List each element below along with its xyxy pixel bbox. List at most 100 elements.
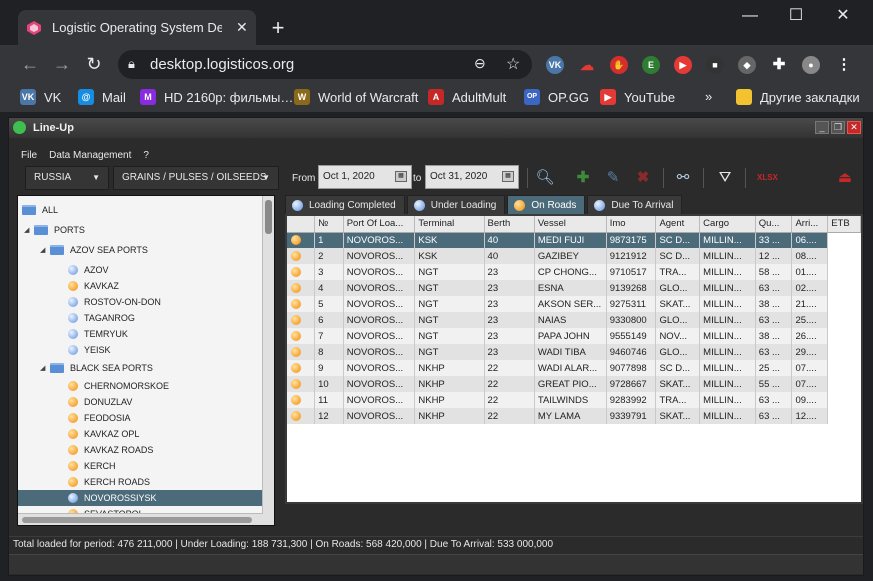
column-header[interactable] — [287, 216, 316, 233]
browser-tab[interactable]: Logistic Operating System Desktop ✕ — [18, 10, 256, 45]
menu-data-management[interactable]: Data Management — [49, 148, 131, 164]
puzzle-extensions-icon[interactable]: ✚ — [770, 56, 788, 74]
tree-port-kerch[interactable]: KERCH — [68, 458, 116, 474]
table-row[interactable]: 6 NOVOROS... NGT 23 NAIAS 9330800 GLO... MILLIN… — [287, 312, 861, 328]
close-window-button[interactable]: ✕ — [820, 0, 866, 32]
app-minimize-button[interactable]: _ — [815, 121, 829, 134]
column-header[interactable]: Arri... — [791, 216, 829, 233]
bookmark-wow[interactable]: W World of Warcraft — [294, 89, 418, 105]
table-row[interactable]: 4 NOVOROS... NGT 23 ESNA 9139268 GLO... MILLIN.… — [287, 280, 861, 296]
column-header[interactable]: Vessel — [534, 216, 607, 233]
tab-on-roads[interactable]: On Roads — [507, 195, 586, 214]
scroll-thumb[interactable] — [22, 517, 252, 523]
edit-icon[interactable]: ✎ — [603, 168, 623, 188]
add-icon[interactable]: ✚ — [573, 168, 593, 188]
adblock-extension-icon[interactable]: ✋ — [610, 56, 628, 74]
tree-port-yeisk[interactable]: YEISK — [68, 342, 111, 358]
export-xlsx-icon[interactable]: XLSX — [757, 168, 778, 188]
cloud-extension-icon[interactable]: ☁ — [578, 56, 596, 74]
tree-horizontal-scrollbar[interactable] — [18, 513, 263, 525]
expand-arrow-icon[interactable]: ◢ — [40, 364, 50, 372]
tree-node-black-sea[interactable]: ◢ BLACK SEA PORTS — [40, 360, 153, 376]
back-button[interactable]: ← — [19, 53, 41, 75]
tab-loading-completed[interactable]: Loading Completed — [285, 195, 405, 214]
tree-port-kavkaz-opl[interactable]: KAVKAZ OPL — [68, 426, 139, 442]
bookmark-hd[interactable]: M HD 2160p: фильмы… — [140, 89, 293, 105]
tree-port-chernomorskoe[interactable]: CHERNOMORSKOE — [68, 378, 169, 394]
table-row[interactable]: 12 NOVOROS... NKHP 22 MY LAMA 9339791 SKAT... M… — [287, 408, 861, 424]
column-header[interactable]: Terminal — [414, 216, 485, 233]
tree-port-donuzlav[interactable]: DONUZLAV — [68, 394, 132, 410]
country-select[interactable]: RUSSIA ▼ — [25, 166, 109, 190]
search-icon[interactable]: 🔍︎ — [535, 168, 555, 188]
column-header[interactable]: № — [314, 216, 344, 233]
app-restore-button[interactable]: ❐ — [831, 121, 845, 134]
tab-under-loading[interactable]: Under Loading — [406, 195, 506, 214]
vk-extension-icon[interactable]: VK — [546, 56, 564, 74]
from-date-input[interactable]: Oct 1, 2020 ▦ — [318, 165, 412, 189]
delete-icon[interactable]: ✖ — [633, 168, 653, 188]
tree-vertical-scrollbar[interactable] — [262, 196, 274, 525]
tree-port-kavkaz-roads[interactable]: KAVKAZ ROADS — [68, 442, 153, 458]
calendar-icon[interactable]: ▦ — [502, 171, 514, 182]
column-header[interactable]: Qu... — [755, 216, 793, 233]
tree-port-azov[interactable]: AZOV — [68, 262, 109, 278]
tree-port-rostov[interactable]: ROSTOV-ON-DON — [68, 294, 161, 310]
maximize-window-button[interactable]: ☐ — [773, 0, 819, 32]
tab-due-to-arrival[interactable]: Due To Arrival — [587, 195, 683, 214]
column-header[interactable]: Agent — [655, 216, 701, 233]
bookmark-mail[interactable]: @ Mail — [78, 89, 126, 105]
search-icon[interactable]: ⊖ — [474, 55, 486, 72]
binoculars-icon[interactable]: ⚯ — [673, 168, 693, 188]
filter-icon[interactable]: ⛛ — [715, 168, 735, 188]
cube-extension-icon[interactable]: ■ — [706, 56, 724, 74]
cargo-group-select[interactable]: GRAINS / PULSES / OILSEEDS ▼ — [113, 166, 279, 190]
column-header[interactable]: Imo — [606, 216, 657, 233]
forward-button[interactable]: → — [51, 53, 73, 75]
other-bookmarks-folder[interactable]: Другие закладки — [736, 89, 860, 105]
proxy-extension-icon[interactable]: ◆ — [738, 56, 756, 74]
bookmark-star-icon[interactable]: ☆ — [506, 54, 520, 74]
address-bar[interactable]: 🔒︎ desktop.logisticos.org ⊖ ☆ — [118, 50, 532, 79]
bookmark-adultmult[interactable]: A AdultMult — [428, 89, 506, 105]
tree-node-all[interactable]: ALL — [22, 202, 58, 218]
tree-port-feodosia[interactable]: FEODOSIA — [68, 410, 131, 426]
table-row[interactable]: 5 NOVOROS... NGT 23 AKSON SER... 9275311 SKAT.… — [287, 296, 861, 312]
more-bookmarks-button[interactable]: » — [705, 89, 712, 104]
close-tab-icon[interactable]: ✕ — [236, 19, 248, 36]
evernote-extension-icon[interactable]: E — [642, 56, 660, 74]
table-row[interactable]: 10 NOVOROS... NKHP 22 GREAT PIO... 9728667 SKA… — [287, 376, 861, 392]
app-close-button[interactable]: ✕ — [847, 121, 861, 134]
tree-port-taganrog[interactable]: TAGANROG — [68, 310, 135, 326]
table-row[interactable]: 9 NOVOROS... NKHP 22 WADI ALAR... 9077898 SC D… — [287, 360, 861, 376]
table-row[interactable]: 3 NOVOROS... NGT 23 CP CHONG... 9710517 TRA...… — [287, 264, 861, 280]
column-header[interactable]: Port Of Loa... — [343, 216, 416, 233]
tree-node-ports[interactable]: ◢ PORTS — [24, 222, 85, 238]
expand-arrow-icon[interactable]: ◢ — [24, 226, 34, 234]
to-date-input[interactable]: Oct 31, 2020 ▦ — [425, 165, 519, 189]
tree-port-novorossiysk[interactable]: NOVOROSSIYSK — [18, 490, 263, 506]
table-row[interactable]: 8 NOVOROS... NGT 23 WADI TIBA 9460746 GLO... MI… — [287, 344, 861, 360]
expand-arrow-icon[interactable]: ◢ — [40, 246, 50, 254]
bookmark-vk[interactable]: VK VK — [20, 89, 61, 105]
column-header[interactable]: Cargo — [699, 216, 756, 233]
record-extension-icon[interactable]: ▶ — [674, 56, 692, 74]
table-row[interactable]: 2 NOVOROS... KSK 40 GAZIBEY 9121912 SC D... MIL… — [287, 248, 861, 264]
minimize-window-button[interactable]: — — [727, 0, 773, 32]
menu-help[interactable]: ? — [143, 148, 149, 164]
chrome-menu-icon[interactable]: ⋮ — [835, 56, 853, 74]
scroll-thumb[interactable] — [265, 200, 272, 234]
reload-button[interactable]: ↻ — [83, 53, 105, 75]
exit-icon[interactable]: ⏏ — [835, 168, 855, 188]
tree-port-kavkaz[interactable]: KAVKAZ — [68, 278, 119, 294]
tree-port-kerch-roads[interactable]: KERCH ROADS — [68, 474, 150, 490]
column-header[interactable]: Berth — [484, 216, 535, 233]
bookmark-youtube[interactable]: ▶ YouTube — [600, 89, 675, 105]
tree-node-azov[interactable]: ◢ AZOV SEA PORTS — [40, 242, 148, 258]
profile-avatar[interactable]: ● — [802, 56, 820, 74]
menu-file[interactable]: File — [21, 148, 37, 164]
tree-port-temryuk[interactable]: TEMRYUK — [68, 326, 128, 342]
column-header[interactable]: ETB — [827, 216, 861, 233]
bookmark-opgg[interactable]: OP OP.GG — [524, 89, 589, 105]
table-row[interactable]: 1 NOVOROS... KSK 40 MEDI FUJI 9873175 SC D... M… — [287, 232, 861, 248]
